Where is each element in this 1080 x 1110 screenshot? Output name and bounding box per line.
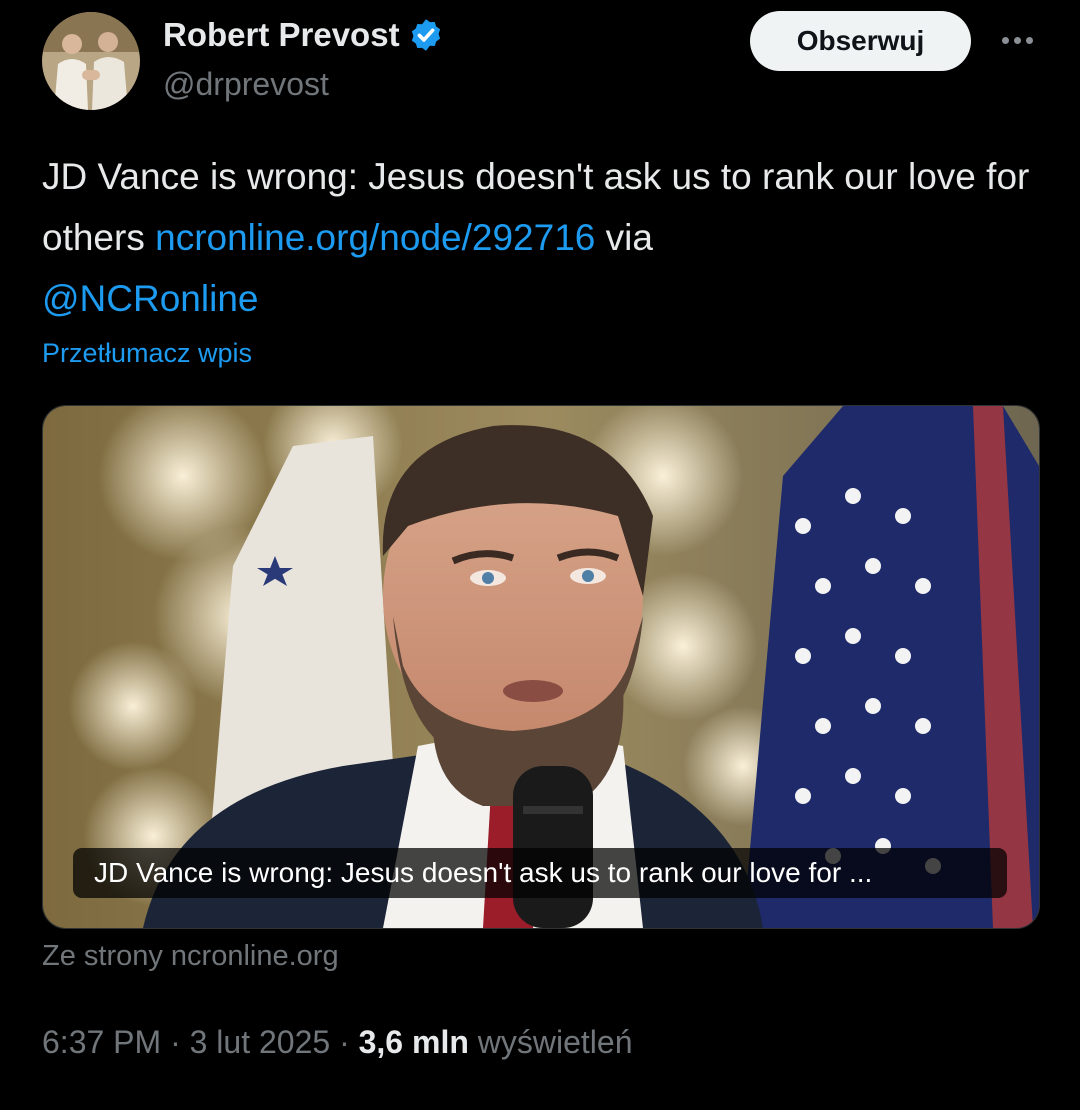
author-name[interactable]: Robert Prevost	[163, 16, 400, 54]
avatar[interactable]	[42, 12, 140, 110]
tweet-mention[interactable]: @NCRonline	[42, 278, 258, 319]
verified-badge-icon	[411, 19, 440, 51]
avatar-image	[42, 12, 140, 110]
link-card[interactable]: JD Vance is wrong: Jesus doesn't ask us …	[42, 405, 1040, 929]
more-dot	[1025, 36, 1033, 44]
more-dot	[1013, 36, 1021, 44]
tweet-link[interactable]: ncronline.org/node/292716	[155, 217, 595, 258]
views-count: 3,6 mln	[358, 1024, 469, 1060]
meta-separator: ·	[339, 1024, 350, 1060]
link-card-source[interactable]: Ze strony ncronline.org	[42, 940, 339, 973]
views-label: wyświetleń	[477, 1024, 633, 1060]
more-horizontal-icon[interactable]	[994, 22, 1040, 58]
tweet-meta: 6:37 PM · 3 lut 2025 · 3,6 mln wyświetle…	[42, 1024, 632, 1061]
more-dot	[1001, 36, 1009, 44]
tweet-time[interactable]: 6:37 PM	[42, 1024, 161, 1060]
link-card-title[interactable]: JD Vance is wrong: Jesus doesn't ask us …	[73, 848, 1007, 898]
tweet-via: via	[605, 217, 653, 258]
author-handle[interactable]: @drprevost	[163, 66, 329, 103]
tweet-text: JD Vance is wrong: Jesus doesn't ask us …	[42, 146, 1042, 329]
translate-link[interactable]: Przetłumacz wpis	[42, 338, 252, 369]
tweet-date[interactable]: 3 lut 2025	[190, 1024, 331, 1060]
follow-button[interactable]: Obserwuj	[750, 11, 971, 71]
meta-separator: ·	[170, 1024, 181, 1060]
author-name-row[interactable]: Robert Prevost	[163, 16, 444, 54]
